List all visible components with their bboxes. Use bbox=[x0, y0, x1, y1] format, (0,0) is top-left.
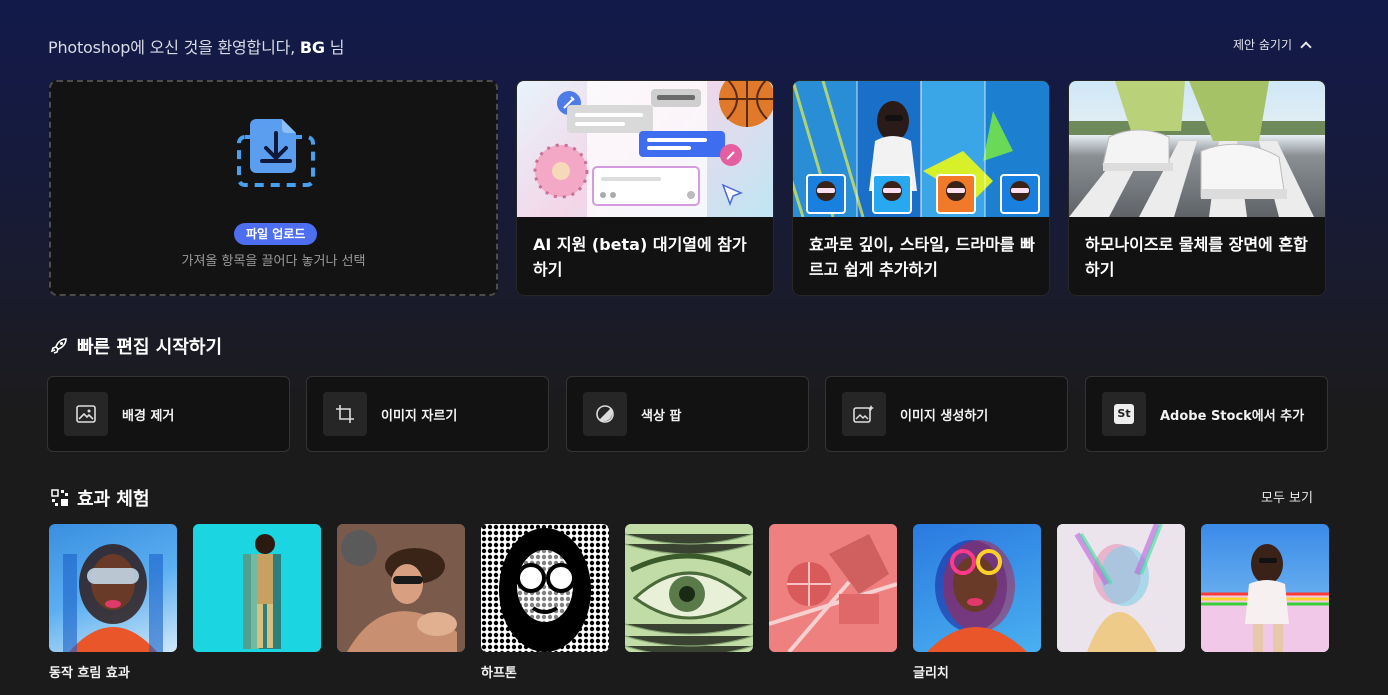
promo-title: 하모나이즈로 물체를 장면에 혼합하기 bbox=[1085, 235, 1308, 279]
file-upload-button[interactable]: 파일 업로드 bbox=[234, 223, 318, 245]
adobe-stock-icon: St bbox=[1102, 392, 1146, 436]
welcome-suffix: 님 bbox=[324, 38, 345, 57]
welcome-heading: Photoshop에 오신 것을 환영합니다, BG 님 bbox=[48, 34, 344, 58]
quick-edit-label: 색상 팝 bbox=[641, 408, 682, 424]
harmonize-illustration bbox=[1069, 81, 1325, 217]
quick-edit-title: 빠른 편집 시작하기 bbox=[77, 337, 223, 358]
chevron-up-icon bbox=[1300, 40, 1312, 53]
effect-thumbnail-3[interactable] bbox=[337, 524, 465, 652]
promo-card-harmonize[interactable]: 하모나이즈로 물체를 장면에 혼합하기 bbox=[1068, 80, 1326, 296]
effects-illustration bbox=[793, 81, 1049, 217]
file-drop-zone[interactable]: 파일 업로드 가져올 항목을 끌어다 놓거나 선택 bbox=[49, 80, 498, 296]
effect-thumbnail-2[interactable] bbox=[193, 524, 321, 652]
quick-edit-label: 배경 제거 bbox=[122, 408, 175, 424]
upload-hint: 가져올 항목을 끌어다 놓거나 선택 bbox=[181, 254, 366, 269]
file-upload-icon bbox=[237, 119, 315, 187]
effect-2-preview bbox=[193, 524, 321, 652]
adobe-stock-badge: St bbox=[1114, 404, 1134, 424]
ai-assist-illustration bbox=[533, 81, 773, 217]
effects-grid-icon bbox=[51, 489, 68, 506]
glitch-preview bbox=[927, 540, 1027, 652]
quick-edit-label: 이미지 자르기 bbox=[381, 408, 458, 424]
effect-thumbnail-glitch[interactable] bbox=[913, 524, 1041, 652]
quick-edit-label: 이미지 생성하기 bbox=[900, 408, 989, 424]
promo-card-ai-assist[interactable]: AI 지원 (beta) 대기열에 참가하기 bbox=[516, 80, 774, 296]
hide-suggestions-label: 제안 숨기기 bbox=[1233, 38, 1293, 52]
quick-edit-color-pop[interactable]: 색상 팝 bbox=[566, 376, 809, 452]
promo-title: 효과로 깊이, 스타일, 드라마를 빠르고 쉽게 추가하기 bbox=[809, 235, 1035, 279]
effect-label-halftone: 하프톤 bbox=[481, 666, 517, 681]
effect-thumbnail-motion-blur[interactable] bbox=[49, 524, 177, 652]
promo-image-effects bbox=[793, 81, 1049, 217]
quick-edit-adobe-stock[interactable]: St Adobe Stock에서 추가 bbox=[1085, 376, 1328, 452]
promo-card-effects[interactable]: 효과로 깊이, 스타일, 드라마를 빠르고 쉽게 추가하기 bbox=[792, 80, 1050, 296]
quick-edit-heading: 빠른 편집 시작하기 bbox=[49, 333, 222, 359]
effect-8-preview bbox=[1057, 524, 1185, 652]
quick-edit-remove-background[interactable]: 배경 제거 bbox=[47, 376, 290, 452]
promo-title: AI 지원 (beta) 대기열에 참가하기 bbox=[533, 235, 747, 279]
promo-image-ai-assist bbox=[517, 81, 773, 217]
effect-label-motion-blur: 동작 흐림 효과 bbox=[49, 666, 130, 681]
welcome-text: Photoshop에 오신 것을 환영합니다, bbox=[48, 38, 300, 57]
effect-label-glitch: 글리치 bbox=[913, 666, 949, 681]
effect-3-preview bbox=[337, 524, 465, 652]
rocket-icon bbox=[50, 338, 67, 354]
effects-heading: 효과 체험 bbox=[51, 485, 150, 511]
color-pop-icon bbox=[583, 392, 627, 436]
effect-thumbnail-halftone[interactable] bbox=[481, 524, 609, 652]
effect-thumbnail-5[interactable] bbox=[625, 524, 753, 652]
effect-thumbnail-6[interactable] bbox=[769, 524, 897, 652]
image-icon bbox=[64, 392, 108, 436]
effect-5-preview bbox=[625, 524, 753, 652]
effect-9-preview bbox=[1201, 544, 1329, 652]
halftone-preview bbox=[481, 524, 609, 652]
effect-6-preview bbox=[769, 524, 897, 652]
motion-blur-preview bbox=[63, 544, 163, 652]
hide-suggestions-button[interactable]: 제안 숨기기 bbox=[1233, 36, 1312, 53]
crop-icon bbox=[323, 392, 367, 436]
generate-image-icon bbox=[842, 392, 886, 436]
quick-edit-crop-image[interactable]: 이미지 자르기 bbox=[306, 376, 549, 452]
quick-edit-label: Adobe Stock에서 추가 bbox=[1160, 408, 1305, 424]
effects-title: 효과 체험 bbox=[77, 489, 150, 510]
user-name: BG bbox=[299, 38, 325, 57]
see-all-link[interactable]: 모두 보기 bbox=[1261, 487, 1313, 506]
effect-thumbnail-8[interactable] bbox=[1057, 524, 1185, 652]
effect-thumbnail-9[interactable] bbox=[1201, 524, 1329, 652]
promo-image-harmonize bbox=[1069, 81, 1325, 217]
quick-edit-generate-image[interactable]: 이미지 생성하기 bbox=[825, 376, 1068, 452]
